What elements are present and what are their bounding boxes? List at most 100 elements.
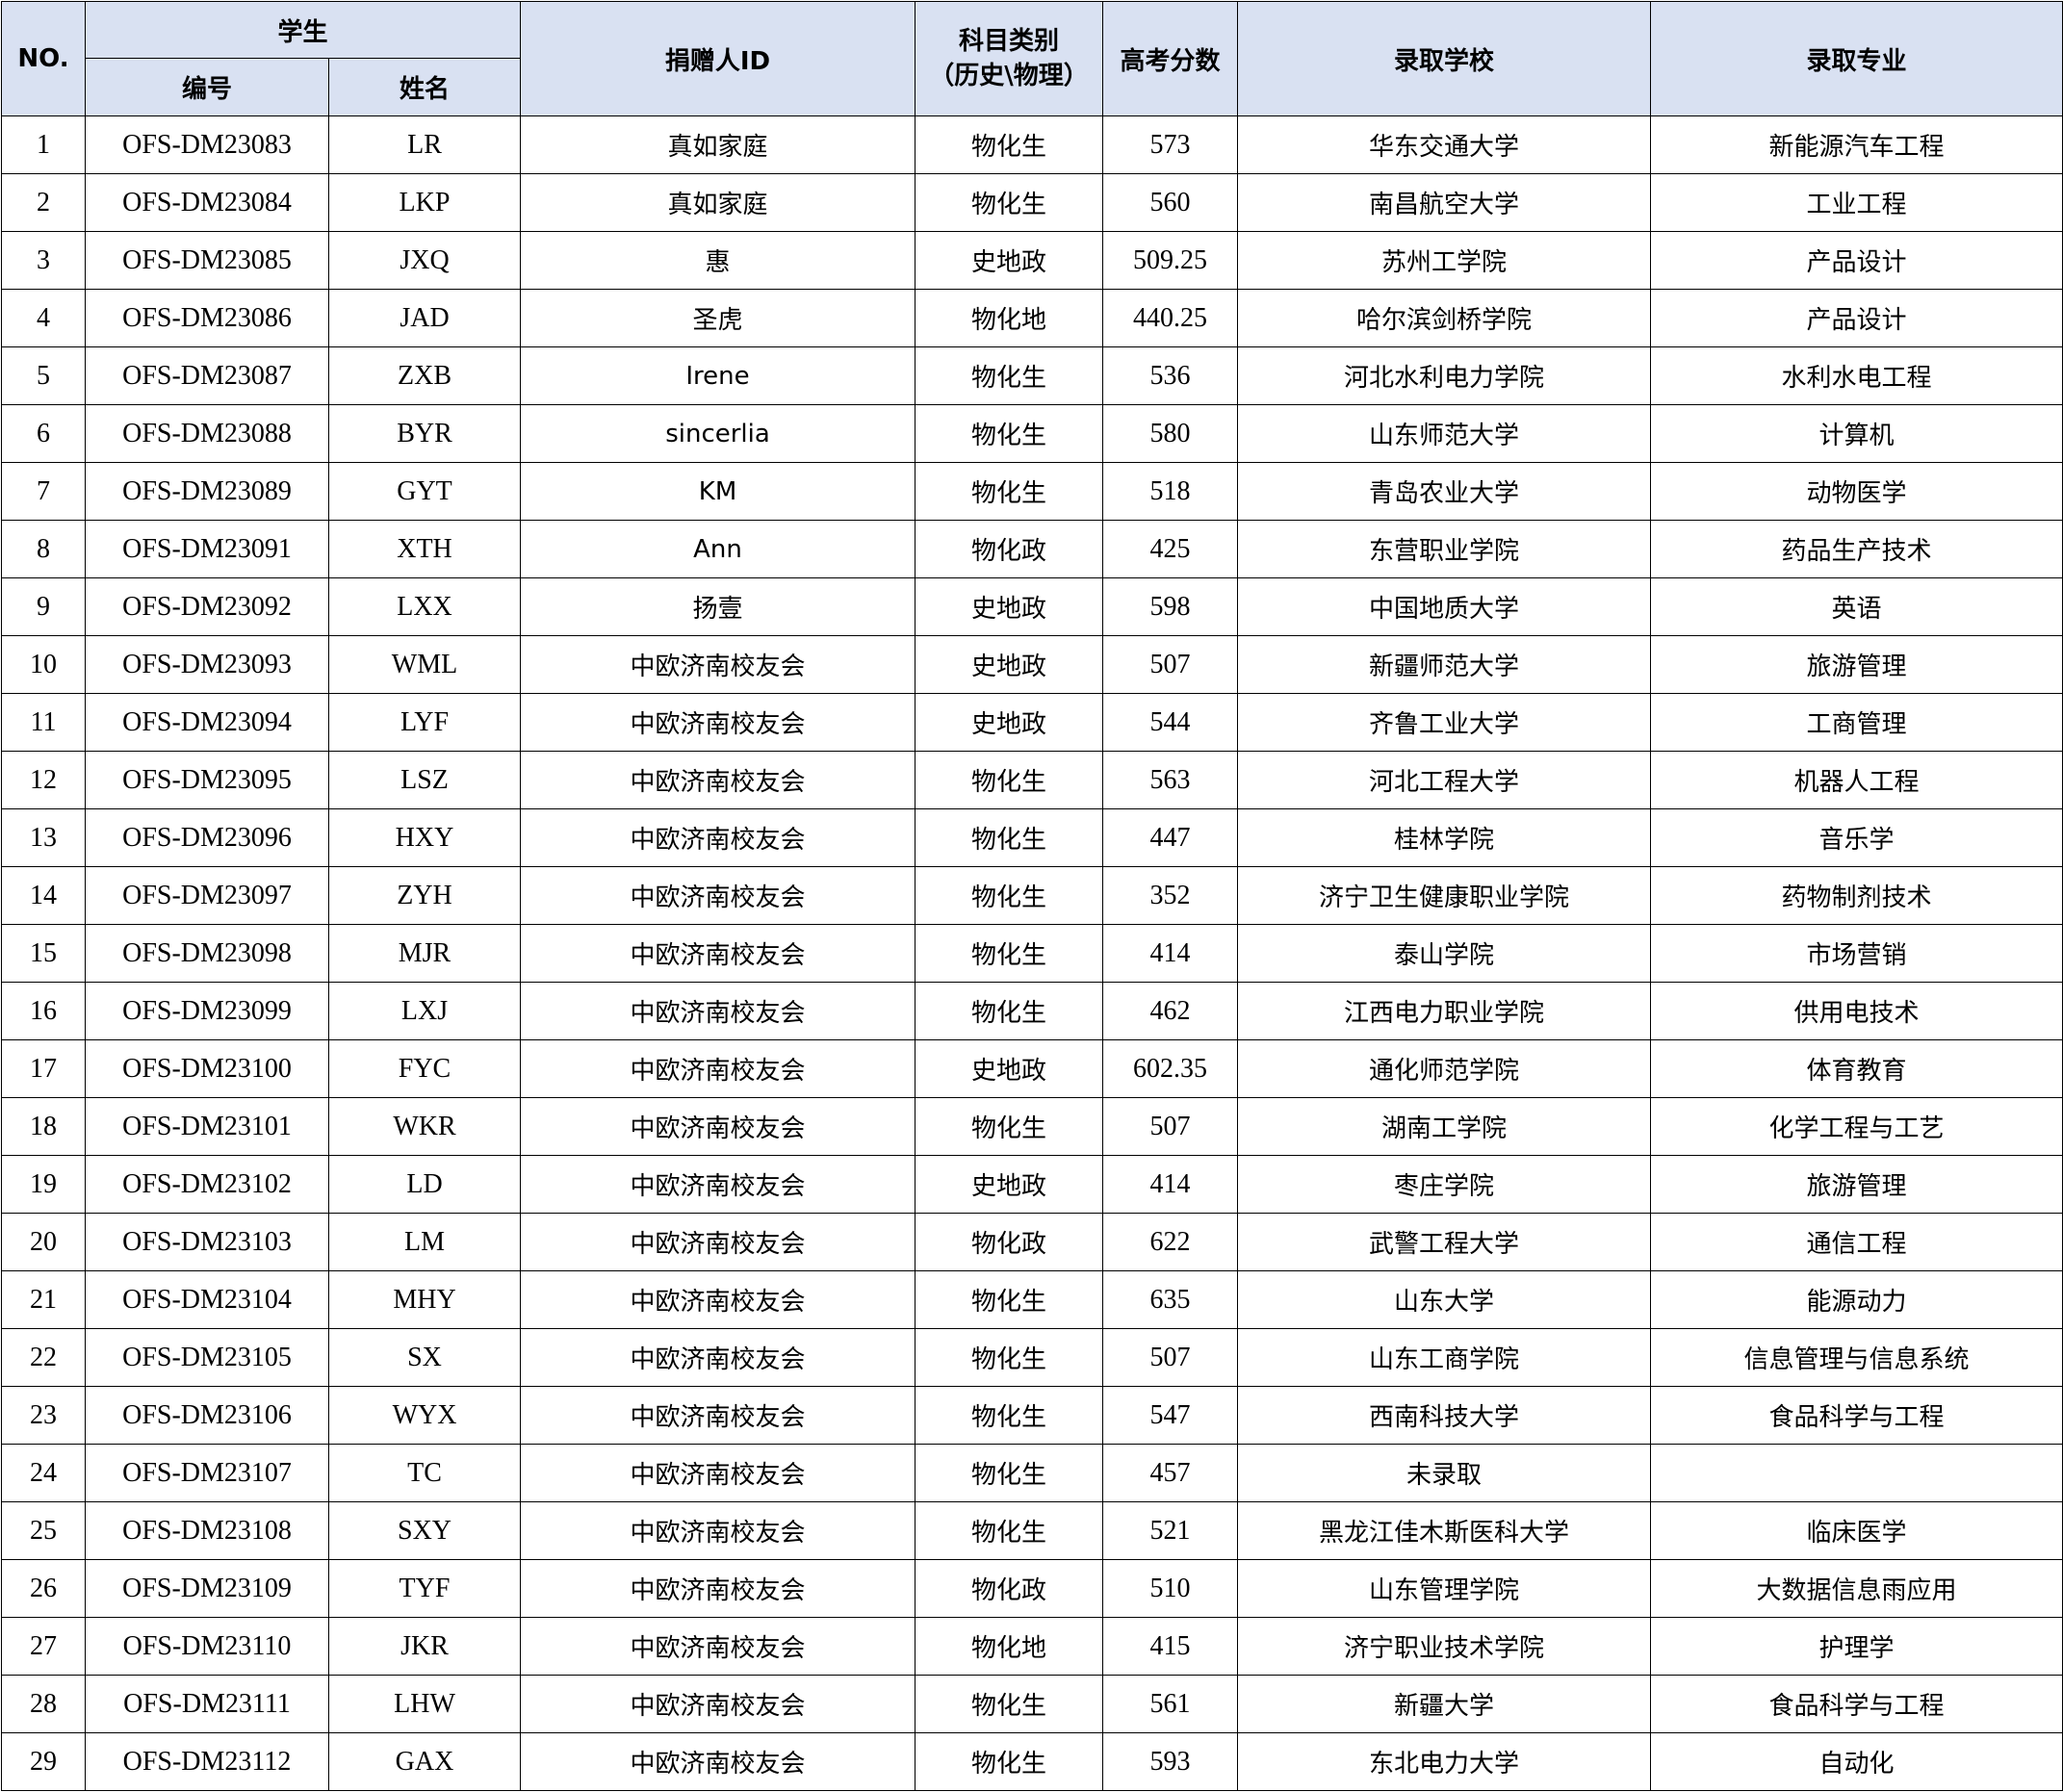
cell-donor-id: 中欧济南校友会 (520, 1559, 916, 1618)
table-row: 25 OFS-DM23108 SXY 中欧济南校友会 物化生 521 黑龙江佳木斯医科大学临… (1, 1501, 2063, 1560)
cell-major: 工业工程 (1650, 173, 2063, 232)
table-row: 4 OFS-DM23086 JAD 圣虎 物化地 440.25 哈尔滨剑桥学院 产品设计 (1, 289, 2063, 347)
cell-no: 27 (1, 1617, 86, 1676)
cell-subject: 物化生 (915, 1675, 1104, 1733)
cell-major: 市场营销 (1650, 924, 2063, 983)
table-row: 16 OFS-DM23099 LXJ 中欧济南校友会 物化生 462 江西电力职业学院 供用电… (1, 982, 2063, 1040)
cell-student-id: OFS-DM23095 (85, 751, 329, 809)
cell-school: 新疆大学 (1237, 1675, 1652, 1733)
cell-school: 西南科技大学 (1237, 1386, 1652, 1445)
cell-no: 11 (1, 693, 86, 752)
cell-donor-id: 中欧济南校友会 (520, 866, 916, 925)
cell-major: 能源动力 (1650, 1270, 2063, 1329)
table-row: 12 OFS-DM23095 LSZ 中欧济南校友会 物化生 563 河北工程大学 机器人工程 (1, 751, 2063, 809)
header-student-id: 编号 (85, 58, 329, 116)
cell-school: 齐鲁工业大学 (1237, 693, 1652, 752)
cell-student-name: JAD (327, 289, 522, 347)
header-school: 录取学校 (1237, 1, 1652, 116)
cell-no: 8 (1, 520, 86, 578)
cell-no: 13 (1, 808, 86, 867)
cell-major: 大数据信息雨应用 (1650, 1559, 2063, 1618)
cell-major: 动物医学 (1650, 462, 2063, 521)
cell-student-id: OFS-DM23085 (85, 231, 329, 290)
cell-student-id: OFS-DM23091 (85, 520, 329, 578)
cell-major: 新能源汽车工程 (1650, 115, 2063, 174)
cell-no: 17 (1, 1039, 86, 1098)
cell-donor-id: 圣虎 (520, 289, 916, 347)
cell-no: 10 (1, 635, 86, 694)
table-row: 18 OFS-DM23101 WKR 中欧济南校友会 物化生 507 湖南工学院 化学工程与工… (1, 1097, 2063, 1156)
cell-donor-id: 真如家庭 (520, 173, 916, 232)
cell-donor-id: 中欧济南校友会 (520, 1444, 916, 1502)
cell-major: 工商管理 (1650, 693, 2063, 752)
cell-school: 青岛农业大学 (1237, 462, 1652, 521)
cell-school: 新疆师范大学 (1237, 635, 1652, 694)
cell-no: 29 (1, 1732, 86, 1791)
cell-subject: 物化生 (915, 1328, 1104, 1387)
cell-score: 521 (1102, 1501, 1239, 1560)
cell-student-id: OFS-DM23102 (85, 1155, 329, 1214)
cell-donor-id: Ann (520, 520, 916, 578)
header-donor-id: 捐赠人ID (520, 1, 916, 116)
cell-score: 547 (1102, 1386, 1239, 1445)
cell-school: 山东管理学院 (1237, 1559, 1652, 1618)
cell-student-name: WYX (327, 1386, 522, 1445)
cell-donor-id: 中欧济南校友会 (520, 1675, 916, 1733)
cell-school: 南昌航空大学 (1237, 173, 1652, 232)
cell-no: 7 (1, 462, 86, 521)
cell-school: 济宁卫生健康职业学院 (1237, 866, 1652, 925)
cell-subject: 物化生 (915, 1386, 1104, 1445)
cell-student-id: OFS-DM23103 (85, 1213, 329, 1271)
table-row: 29 OFS-DM23112 GAX 中欧济南校友会 物化生 593 东北电力大学 自动化 (1, 1732, 2063, 1791)
cell-subject: 物化政 (915, 1213, 1104, 1271)
cell-student-name: JKR (327, 1617, 522, 1676)
cell-student-id: OFS-DM23111 (85, 1675, 329, 1733)
cell-donor-id: 中欧济南校友会 (520, 1386, 916, 1445)
table-row: 6 OFS-DM23088 BYR sincerlia 物化生 580 山东师范大学 计算机 (1, 404, 2063, 463)
cell-major: 食品科学与工程 (1650, 1386, 2063, 1445)
cell-student-id: OFS-DM23087 (85, 346, 329, 405)
cell-donor-id: 中欧济南校友会 (520, 1617, 916, 1676)
cell-school: 湖南工学院 (1237, 1097, 1652, 1156)
cell-subject: 物化政 (915, 520, 1104, 578)
cell-score: 622 (1102, 1213, 1239, 1271)
table-row: 3 OFS-DM23085 JXQ 惠史地政 509.25 苏州工学院 产品设计 (1, 231, 2063, 290)
cell-subject: 物化生 (915, 404, 1104, 463)
cell-score: 457 (1102, 1444, 1239, 1502)
cell-donor-id: 中欧济南校友会 (520, 924, 916, 983)
cell-no: 1 (1, 115, 86, 174)
cell-student-id: OFS-DM23100 (85, 1039, 329, 1098)
cell-no: 28 (1, 1675, 86, 1733)
cell-student-id: OFS-DM23089 (85, 462, 329, 521)
cell-donor-id: Irene (520, 346, 916, 405)
cell-school: 江西电力职业学院 (1237, 982, 1652, 1040)
cell-major: 化学工程与工艺 (1650, 1097, 2063, 1156)
header-student-name: 姓名 (327, 58, 522, 116)
cell-donor-id: 中欧济南校友会 (520, 1501, 916, 1560)
cell-no: 5 (1, 346, 86, 405)
cell-no: 23 (1, 1386, 86, 1445)
cell-major: 英语 (1650, 577, 2063, 636)
cell-major: 旅游管理 (1650, 1155, 2063, 1214)
cell-school: 山东师范大学 (1237, 404, 1652, 463)
cell-score: 510 (1102, 1559, 1239, 1618)
cell-no: 6 (1, 404, 86, 463)
cell-student-id: OFS-DM23093 (85, 635, 329, 694)
cell-score: 536 (1102, 346, 1239, 405)
header-student: 学生 (84, 1, 522, 59)
cell-donor-id: 真如家庭 (520, 115, 916, 174)
cell-student-id: OFS-DM23105 (85, 1328, 329, 1387)
table-row: 11 OFS-DM23094 LYF 中欧济南校友会 史地政 544 齐鲁工业大学 工商管理 (1, 693, 2063, 752)
cell-major: 体育教育 (1650, 1039, 2063, 1098)
cell-donor-id: 中欧济南校友会 (520, 1328, 916, 1387)
cell-subject: 物化生 (915, 1732, 1104, 1791)
cell-student-name: SX (327, 1328, 522, 1387)
cell-student-name: WKR (327, 1097, 522, 1156)
cell-subject: 物化政 (915, 1559, 1104, 1618)
cell-no: 14 (1, 866, 86, 925)
cell-subject: 史地政 (915, 1039, 1104, 1098)
cell-score: 507 (1102, 1097, 1239, 1156)
cell-subject: 物化地 (915, 289, 1104, 347)
cell-major: 产品设计 (1650, 289, 2063, 347)
cell-score: 352 (1102, 866, 1239, 925)
